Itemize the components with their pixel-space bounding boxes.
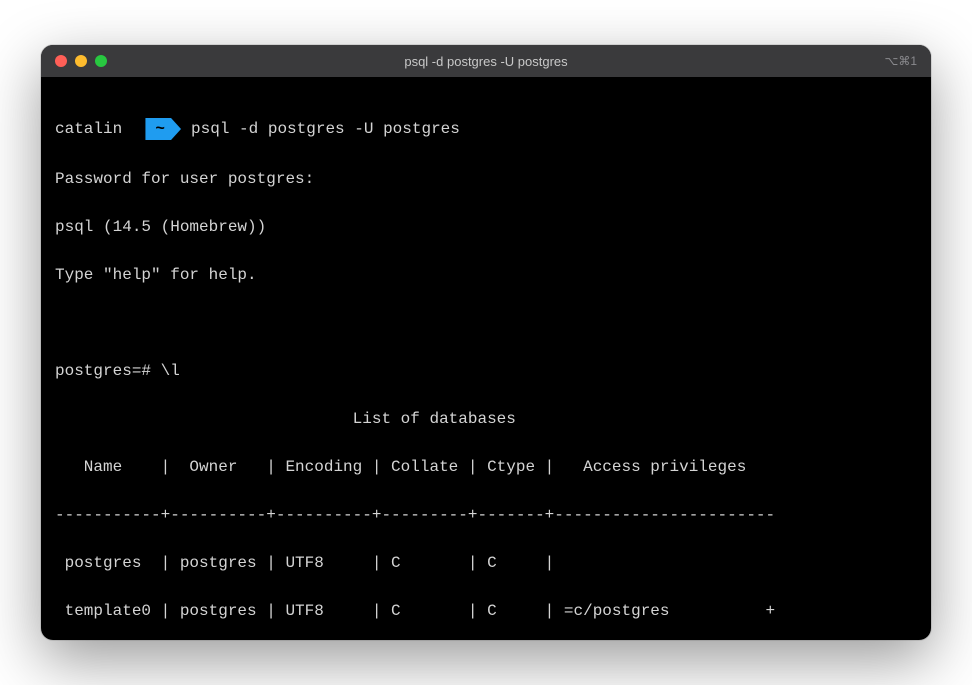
prompt-command: psql -d postgres -U postgres: [191, 117, 460, 141]
minimize-icon[interactable]: [75, 55, 87, 67]
terminal-body[interactable]: catalin ~ psql -d postgres -U postgres Pa…: [41, 77, 931, 640]
terminal-window: psql -d postgres -U postgres ⌥⌘1 catalin…: [41, 45, 931, 640]
table-header: Name | Owner | Encoding | Collate | Ctyp…: [55, 455, 917, 479]
window-title: psql -d postgres -U postgres: [404, 54, 567, 69]
table-row: postgres | postgres | UTF8 | C | C |: [55, 551, 917, 575]
output-line: [55, 311, 917, 335]
prompt-user: catalin: [55, 117, 122, 141]
psql-prompt: postgres=# \l: [55, 359, 917, 383]
output-line: psql (14.5 (Homebrew)): [55, 215, 917, 239]
home-icon: ~: [145, 118, 181, 140]
traffic-lights: [41, 55, 107, 67]
output-line: Password for user postgres:: [55, 167, 917, 191]
prompt-path-badge: ~: [145, 118, 181, 140]
prompt-line: catalin ~ psql -d postgres -U postgres: [55, 117, 917, 141]
table-row: template0 | postgres | UTF8 | C | C | =c…: [55, 599, 917, 623]
table-divider: -----------+----------+----------+------…: [55, 503, 917, 527]
output-line: Type "help" for help.: [55, 263, 917, 287]
window-shortcut: ⌥⌘1: [884, 54, 917, 68]
maximize-icon[interactable]: [95, 55, 107, 67]
titlebar: psql -d postgres -U postgres ⌥⌘1: [41, 45, 931, 77]
close-icon[interactable]: [55, 55, 67, 67]
table-title: List of databases: [55, 407, 917, 431]
